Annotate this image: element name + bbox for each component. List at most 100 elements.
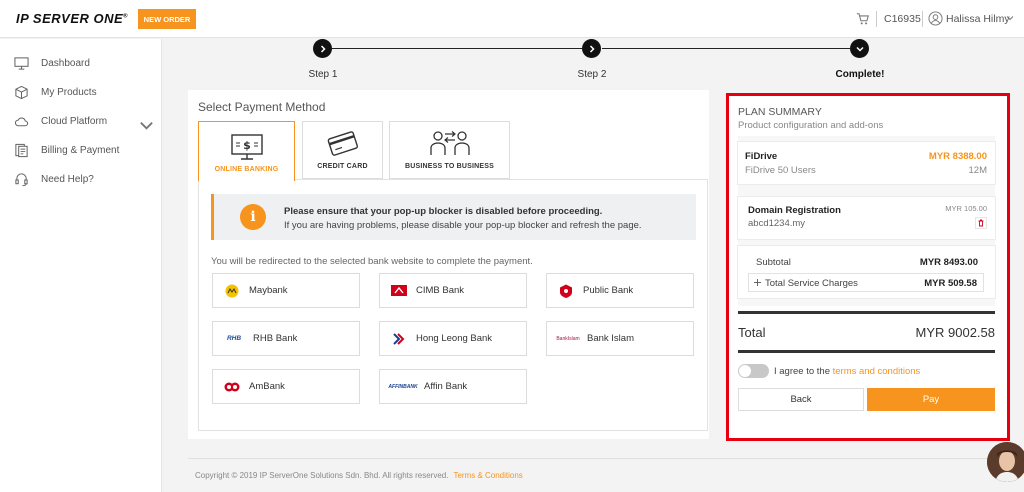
- notice-body: If you are having problems, please disab…: [284, 220, 642, 231]
- domain-price: MYR 105.00: [945, 204, 987, 213]
- new-order-button[interactable]: NEW ORDER: [138, 9, 196, 29]
- footer-terms-link[interactable]: Terms & Conditions: [453, 471, 522, 480]
- service-charges-value: MYR 509.58: [924, 278, 977, 289]
- product-price: MYR 8388.00: [928, 151, 987, 162]
- step-label: Complete!: [835, 69, 885, 80]
- footer-divider: [188, 458, 1010, 459]
- maybank-logo-icon: [223, 284, 241, 298]
- tab-business-to-business[interactable]: BUSINESS TO BUSINESS: [389, 121, 510, 179]
- header-divider: [876, 11, 877, 27]
- credit-card-icon: [327, 131, 358, 156]
- tab-credit-card[interactable]: CREDIT CARD: [302, 121, 383, 179]
- sidebar-item-label: Billing & Payment: [41, 144, 120, 156]
- bank-option-bank-islam[interactable]: BankIslam Bank Islam: [546, 321, 694, 356]
- sidebar-item-dashboard[interactable]: Dashboard: [14, 53, 154, 73]
- bank-option-maybank[interactable]: Maybank: [212, 273, 360, 308]
- domain-name: abcd1234.my: [748, 218, 806, 229]
- summary-subtitle: Product configuration and add-ons: [738, 120, 884, 131]
- cimb-logo-icon: [390, 284, 408, 298]
- copyright-text: Copyright © 2019 IP ServerOne Solutions …: [195, 471, 449, 480]
- affin-logo-icon: AFFINBANK: [388, 383, 418, 390]
- bank-name: Public Bank: [583, 285, 634, 296]
- product-line-item: FiDrive MYR 8388.00 FiDrive 50 Users 12M: [738, 142, 995, 184]
- sidebar-item-label: Dashboard: [41, 57, 90, 69]
- live-chat-avatar[interactable]: [987, 442, 1024, 482]
- person-avatar-icon: [987, 442, 1024, 482]
- chevron-down-icon[interactable]: [1006, 14, 1014, 22]
- footer: Copyright © 2019 IP ServerOne Solutions …: [195, 471, 523, 480]
- sidebar-item-need-help[interactable]: Need Help?: [14, 169, 154, 189]
- payment-title: Select Payment Method: [198, 100, 326, 114]
- trash-icon[interactable]: [975, 217, 987, 229]
- chevron-down-icon[interactable]: [139, 118, 154, 133]
- product-term: 12M: [968, 165, 987, 176]
- sidebar: Dashboard My Products Cloud Platform Bil…: [0, 39, 162, 492]
- rhb-logo-icon: RHB: [226, 335, 242, 342]
- step-label: Step 2: [577, 69, 607, 80]
- pay-button[interactable]: Pay: [867, 388, 995, 411]
- hong-leong-logo-icon: [390, 332, 408, 346]
- box-icon: [15, 85, 28, 99]
- chevron-right-icon: [589, 44, 595, 53]
- sidebar-item-cloud-platform[interactable]: Cloud Platform: [14, 111, 154, 131]
- product-description: FiDrive 50 Users: [745, 165, 816, 176]
- bank-name: Hong Leong Bank: [416, 333, 493, 344]
- chevron-down-icon: [855, 46, 864, 52]
- sidebar-item-label: Cloud Platform: [41, 115, 108, 127]
- tab-label: ONLINE BANKING: [214, 166, 279, 173]
- back-button[interactable]: Back: [738, 388, 864, 411]
- billing-icon: [15, 143, 28, 157]
- top-header: IP SERVER ONE® NEW ORDER C16935 Halissa …: [0, 0, 1024, 38]
- bank-option-cimb[interactable]: CIMB Bank: [379, 273, 527, 308]
- step-1-marker: [313, 39, 332, 58]
- bank-name: RHB Bank: [253, 333, 298, 344]
- domain-line-item: Domain Registration MYR 105.00 abcd1234.…: [738, 197, 995, 239]
- online-banking-pane: i Please ensure that your pop-up blocker…: [198, 179, 708, 431]
- bank-name: Maybank: [249, 285, 288, 296]
- service-charges-label: Total Service Charges: [765, 278, 858, 289]
- business-exchange-icon: [429, 131, 470, 155]
- ambank-logo-icon: [223, 380, 241, 394]
- agree-text: I agree to the terms and conditions: [774, 366, 921, 377]
- popup-notice: i Please ensure that your pop-up blocker…: [211, 194, 696, 240]
- totals-card: Subtotal MYR 8493.00 Total Service Charg…: [738, 246, 995, 298]
- sidebar-item-label: My Products: [41, 86, 97, 98]
- brand-logo[interactable]: IP SERVER ONE®: [16, 11, 128, 26]
- total-divider-bottom: [738, 350, 995, 353]
- monitor-icon: [14, 56, 29, 70]
- bank-name: AmBank: [249, 381, 285, 392]
- service-charges-row[interactable]: Total Service Charges MYR 509.58: [748, 273, 984, 292]
- bank-option-ambank[interactable]: AmBank: [212, 369, 360, 404]
- payment-panel: Select Payment Method $ ONLINE BANKING C…: [188, 90, 709, 439]
- user-avatar-icon[interactable]: [928, 11, 943, 26]
- bank-name: CIMB Bank: [416, 285, 465, 296]
- sidebar-item-billing[interactable]: Billing & Payment: [14, 140, 154, 160]
- step-2-marker: [582, 39, 601, 58]
- user-name[interactable]: Halissa Hilmy: [946, 13, 1010, 25]
- tab-online-banking[interactable]: $ ONLINE BANKING: [198, 121, 295, 181]
- svg-text:$: $: [243, 139, 251, 152]
- cloud-icon: [14, 117, 29, 126]
- tab-label: CREDIT CARD: [317, 163, 368, 170]
- bank-option-affin[interactable]: AFFINBANK Affin Bank: [379, 369, 527, 404]
- cart-icon[interactable]: [856, 12, 870, 26]
- domain-label: Domain Registration: [748, 205, 841, 216]
- subtotal-label: Subtotal: [756, 257, 791, 268]
- bank-option-public-bank[interactable]: Public Bank: [546, 273, 694, 308]
- tab-label: BUSINESS TO BUSINESS: [404, 163, 495, 170]
- step-label: Step 1: [308, 69, 338, 80]
- bank-option-rhb[interactable]: RHB RHB Bank: [212, 321, 360, 356]
- notice-title: Please ensure that your pop-up blocker i…: [284, 206, 603, 217]
- total-label: Total: [738, 325, 766, 340]
- client-id: C16935: [884, 13, 921, 25]
- sidebar-item-my-products[interactable]: My Products: [14, 82, 154, 102]
- headset-icon: [15, 172, 28, 186]
- stepper-line: [602, 48, 850, 49]
- terms-link[interactable]: terms and conditions: [833, 366, 921, 377]
- terms-toggle[interactable]: [738, 364, 769, 378]
- bank-option-hong-leong[interactable]: Hong Leong Bank: [379, 321, 527, 356]
- sidebar-item-label: Need Help?: [41, 173, 94, 185]
- bank-islam-logo-icon: BankIslam: [556, 335, 580, 342]
- redirect-text: You will be redirected to the selected b…: [211, 256, 533, 267]
- plus-icon[interactable]: [753, 278, 762, 287]
